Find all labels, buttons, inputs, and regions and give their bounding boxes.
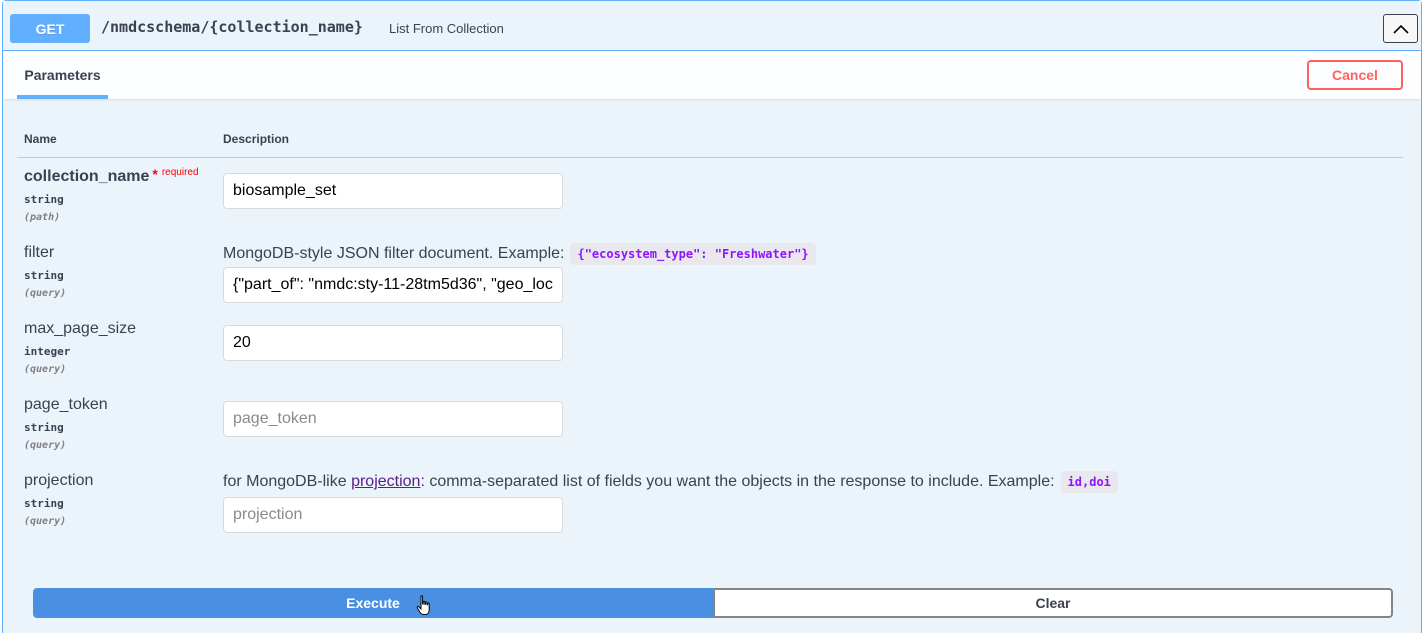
param-label: collection_name bbox=[24, 168, 150, 185]
required-label: required bbox=[161, 167, 199, 178]
filter-input[interactable] bbox=[223, 267, 563, 303]
param-location: (query) bbox=[24, 440, 67, 451]
http-method-badge: GET bbox=[10, 14, 90, 43]
example-code: {"ecosystem_type": "Freshwater"} bbox=[570, 243, 816, 265]
description-text: MongoDB-style JSON filter document. Exam… bbox=[223, 245, 565, 262]
param-description-projection: for MongoDB-like projection: comma-separ… bbox=[223, 467, 1118, 497]
example-code: id,doi bbox=[1060, 471, 1118, 493]
execute-button[interactable]: Execute bbox=[33, 588, 713, 618]
endpoint-path: /nmdcschema/{collection_name} bbox=[101, 18, 363, 36]
param-type: string bbox=[24, 193, 64, 206]
projection-link[interactable]: projection bbox=[351, 473, 420, 491]
operation-block: GET /nmdcschema/{collection_name} List F… bbox=[2, 0, 1422, 633]
param-location: (path) bbox=[24, 212, 61, 223]
param-name-projection: projection bbox=[24, 472, 94, 489]
param-name-max-page-size: max_page_size bbox=[24, 320, 137, 337]
param-name-collection-name: collection_name * required bbox=[24, 166, 199, 186]
param-location: (query) bbox=[24, 516, 67, 527]
tab-parameters[interactable]: Parameters bbox=[17, 51, 108, 99]
clear-button[interactable]: Clear bbox=[713, 588, 1393, 618]
parameters-section-header: Parameters Cancel bbox=[3, 51, 1421, 99]
column-header-description: Description bbox=[223, 132, 290, 146]
param-type: string bbox=[24, 269, 64, 282]
page-token-input[interactable] bbox=[223, 401, 563, 437]
max-page-size-input[interactable] bbox=[223, 325, 563, 361]
execute-actions: Execute Clear bbox=[33, 588, 1393, 618]
chevron-up-icon bbox=[1392, 24, 1409, 34]
param-location: (query) bbox=[24, 288, 67, 299]
param-description-filter: MongoDB-style JSON filter document. Exam… bbox=[223, 239, 816, 269]
collection-name-input[interactable] bbox=[223, 173, 563, 209]
param-location: (query) bbox=[24, 364, 67, 375]
param-type: integer bbox=[24, 345, 71, 358]
projection-input[interactable] bbox=[223, 497, 563, 533]
param-name-page-token: page_token bbox=[24, 396, 108, 413]
column-header-name: Name bbox=[24, 132, 57, 146]
param-type: string bbox=[24, 497, 64, 510]
cancel-button[interactable]: Cancel bbox=[1307, 60, 1403, 90]
collapse-button[interactable] bbox=[1383, 14, 1418, 43]
param-name-filter: filter bbox=[24, 244, 55, 261]
header-divider bbox=[17, 157, 1403, 158]
required-star: * bbox=[152, 166, 158, 182]
endpoint-description: List From Collection bbox=[389, 21, 504, 36]
description-text: : comma-separated list of fields you wan… bbox=[420, 473, 1055, 490]
param-type: string bbox=[24, 421, 64, 434]
operation-summary[interactable]: GET /nmdcschema/{collection_name} List F… bbox=[3, 1, 1421, 51]
description-text: for MongoDB-like bbox=[223, 473, 347, 490]
hand-cursor-icon bbox=[416, 595, 430, 615]
